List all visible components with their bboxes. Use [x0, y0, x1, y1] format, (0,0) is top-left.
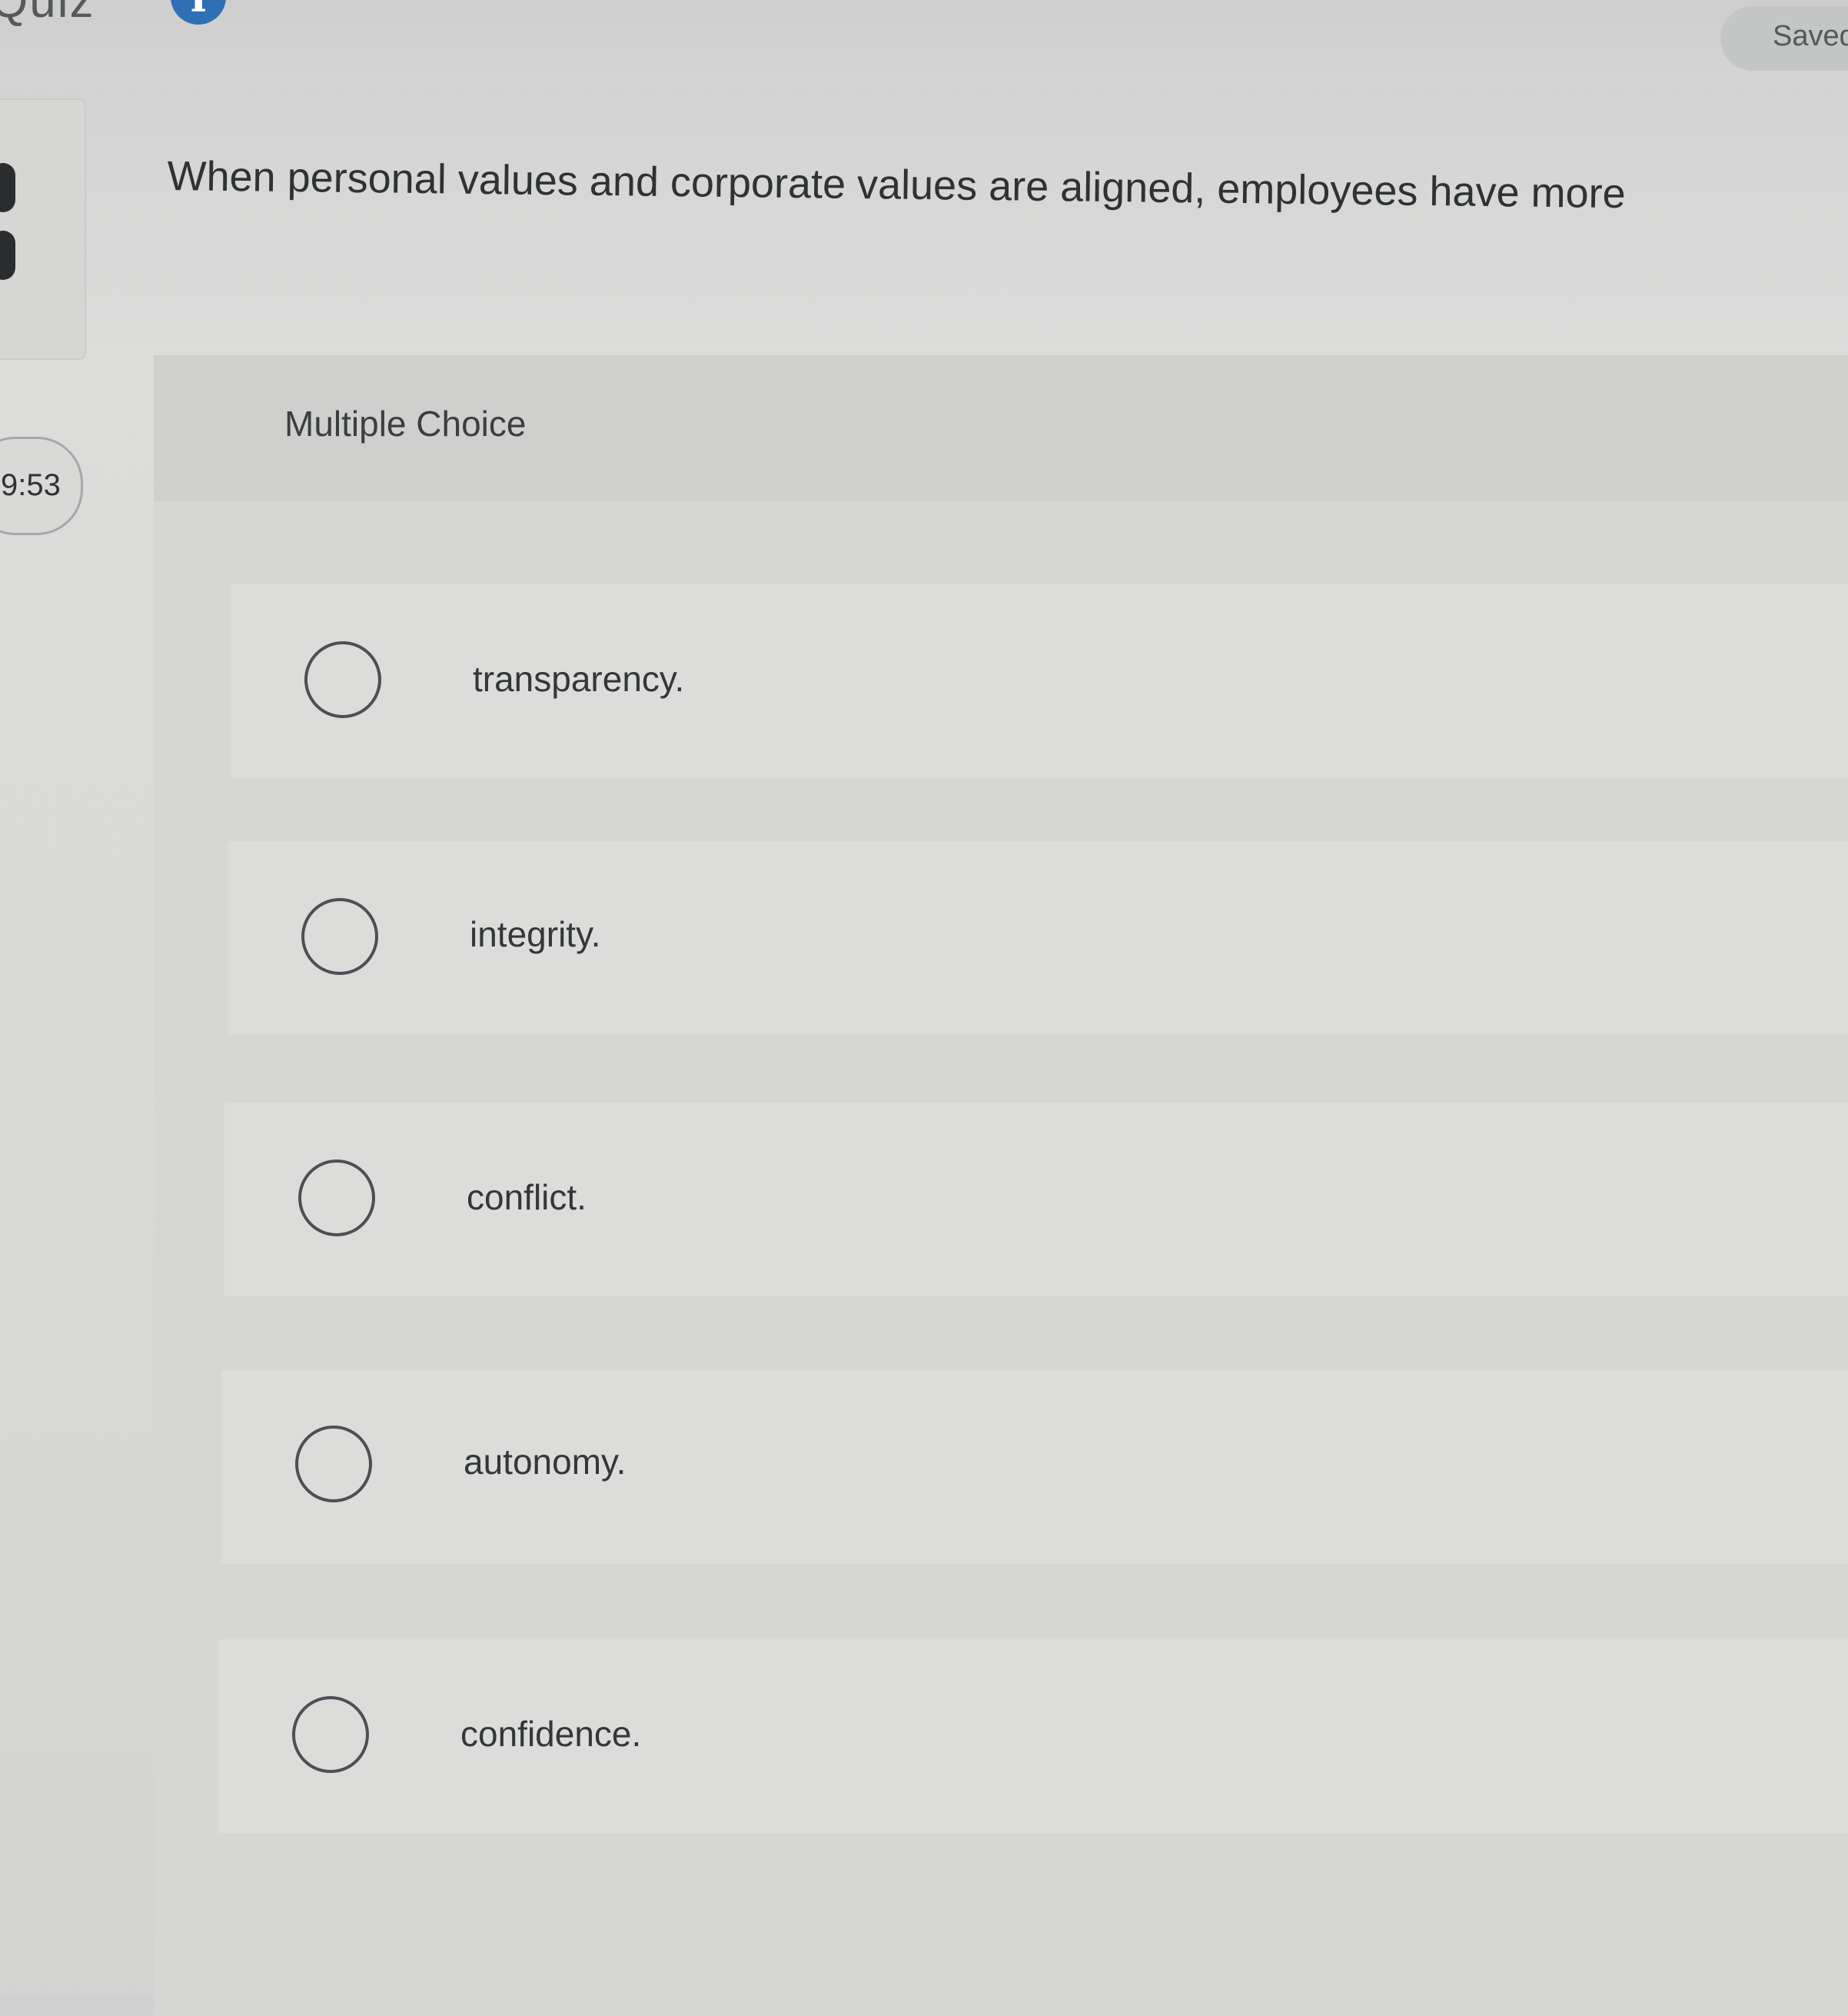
answer-option-label: conflict. — [467, 1177, 587, 1217]
saved-label: Saved — [1773, 20, 1848, 52]
top-bar: Quiz i Saved — [0, 0, 1848, 85]
timer-text: 9:53 — [1, 468, 61, 502]
quiz-title: Quiz — [0, 0, 95, 28]
question-type-header: Multiple Choice — [154, 355, 1848, 501]
nav-dot[interactable] — [0, 231, 15, 280]
answer-option-label: transparency. — [473, 659, 685, 699]
answer-option-label: integrity. — [470, 914, 601, 954]
answer-option-label: confidence. — [460, 1714, 642, 1754]
timer: 9:53 — [0, 437, 83, 535]
radio-button-icon[interactable] — [301, 898, 378, 975]
info-icon[interactable]: i — [171, 0, 226, 25]
answer-option[interactable]: conflict. — [224, 1103, 1848, 1296]
answer-option[interactable]: confidence. — [218, 1639, 1848, 1833]
answer-option[interactable]: integrity. — [228, 841, 1848, 1035]
saved-status: Saved — [1720, 6, 1848, 71]
nav-dot[interactable] — [0, 163, 15, 212]
question-nav-card — [0, 98, 86, 360]
question-type-label: Multiple Choice — [284, 404, 527, 444]
radio-button-icon[interactable] — [295, 1426, 372, 1502]
radio-button-icon[interactable] — [298, 1159, 375, 1236]
answer-option[interactable]: autonomy. — [221, 1370, 1848, 1564]
radio-button-icon[interactable] — [292, 1696, 369, 1773]
answer-option-label: autonomy. — [464, 1442, 627, 1482]
question-text: When personal values and corporate value… — [167, 152, 1626, 218]
radio-button-icon[interactable] — [304, 641, 381, 718]
answer-option[interactable]: transparency. — [231, 584, 1848, 778]
answer-panel: Multiple Choice transparency. integrity.… — [154, 355, 1848, 2016]
